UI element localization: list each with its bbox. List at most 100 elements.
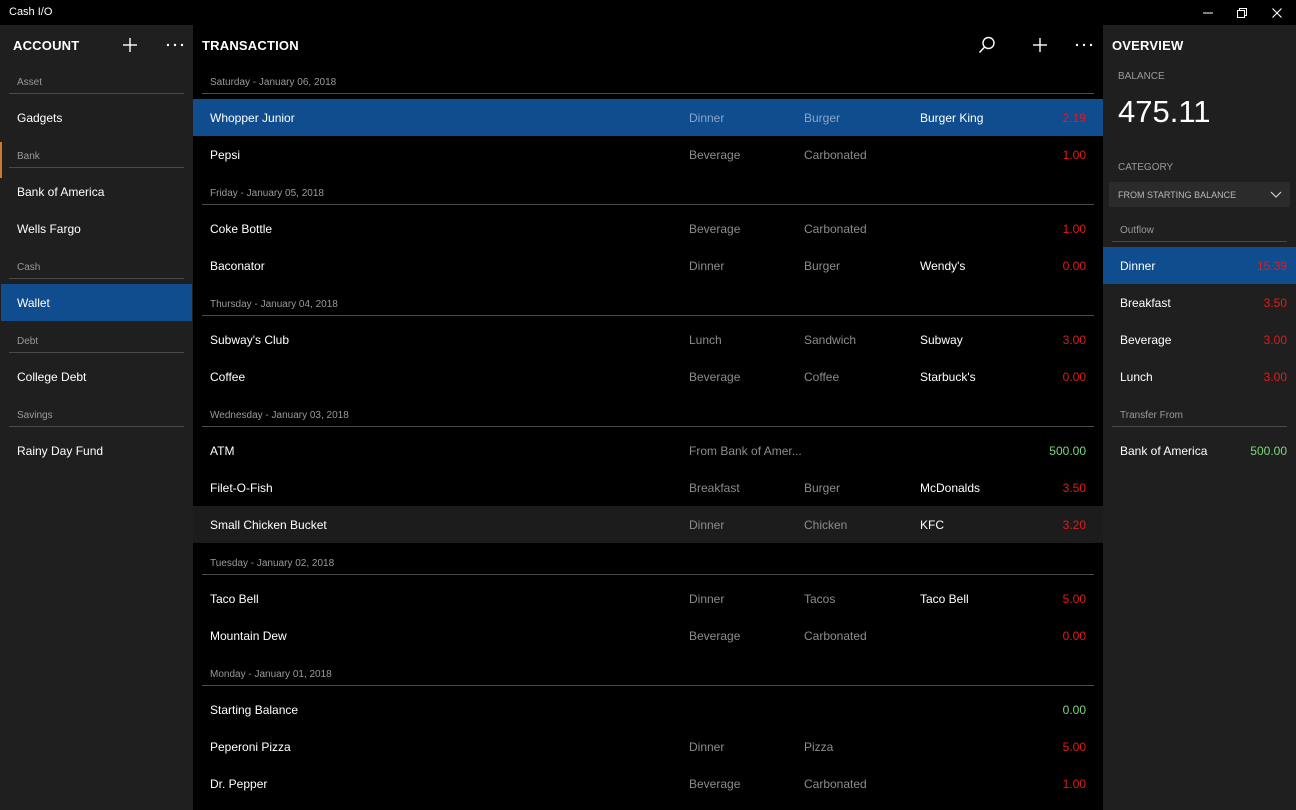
transaction-row[interactable]: Subway's Club Lunch Sandwich Subway 3.00 (193, 321, 1103, 358)
transaction-name: Filet-O-Fish (210, 481, 273, 495)
transaction-row[interactable]: ATM From Bank of Amer... 500.00 (193, 432, 1103, 469)
transaction-panel: TRANSACTION Saturday - January 06, 2018 … (193, 25, 1103, 810)
transaction-category: Dinner (689, 518, 725, 532)
divider (202, 93, 1094, 94)
transaction-subcategory: Tacos (804, 592, 836, 606)
transaction-amount: 3.20 (1062, 518, 1086, 532)
transaction-row[interactable]: Small Chicken Bucket Dinner Chicken KFC … (193, 506, 1103, 543)
transaction-subcategory: Carbonated (804, 222, 867, 236)
transaction-payee: KFC (920, 518, 944, 532)
category-dropdown[interactable]: FROM STARTING BALANCE (1109, 182, 1290, 207)
chevron-down-icon (1270, 191, 1282, 198)
transaction-row[interactable]: Pepsi Beverage Carbonated 1.00 (193, 136, 1103, 173)
transaction-row[interactable]: Dr. Pepper Beverage Carbonated 1.00 (193, 765, 1103, 802)
transaction-amount: 3.00 (1062, 333, 1086, 347)
transaction-row[interactable]: Peperoni Pizza Dinner Pizza 5.00 (193, 728, 1103, 765)
transaction-subcategory: Pizza (804, 740, 834, 754)
transaction-category: Beverage (689, 629, 741, 643)
account-item-wells-fargo[interactable]: Wells Fargo (1, 210, 192, 247)
transaction-row[interactable]: Taco Bell Dinner Tacos Taco Bell 5.00 (193, 580, 1103, 617)
outflow-item-dinner[interactable]: Dinner 15.39 (1103, 247, 1296, 284)
transaction-row[interactable]: Mountain Dew Beverage Carbonated 0.00 (193, 617, 1103, 654)
transfer-label-text: Bank of America (1120, 444, 1208, 458)
transaction-subcategory: Carbonated (804, 148, 867, 162)
transaction-payee: Starbuck's (920, 370, 976, 384)
outflow-label: Outflow (1120, 225, 1154, 236)
outflow-item-beverage[interactable]: Beverage 3.00 (1103, 321, 1296, 358)
account-more-button[interactable] (160, 31, 190, 59)
transaction-title: TRANSACTION (202, 38, 299, 53)
outflow-amount: 15.39 (1256, 259, 1287, 273)
overview-panel: OVERVIEW BALANCE 475.11 CATEGORY FROM ST… (1103, 25, 1296, 810)
add-transaction-button[interactable] (1025, 31, 1055, 59)
transaction-category: From Bank of Amer... (689, 444, 802, 458)
transaction-amount: 500.00 (1049, 444, 1086, 458)
transaction-name: Subway's Club (210, 333, 289, 347)
transaction-category: Dinner (689, 592, 725, 606)
transfer-label: Transfer From (1120, 410, 1183, 421)
account-title: ACCOUNT (13, 38, 80, 53)
transaction-name: Coffee (210, 370, 246, 384)
transaction-subcategory: Burger (804, 481, 841, 495)
transaction-row[interactable]: Starting Balance 0.00 (193, 691, 1103, 728)
transaction-subcategory: Burger (804, 111, 841, 125)
transaction-row[interactable]: Baconator Dinner Burger Wendy's 0.00 (193, 247, 1103, 284)
transaction-amount: 1.00 (1062, 148, 1086, 162)
minimize-button[interactable] (1191, 0, 1225, 25)
account-item-label: College Debt (17, 370, 87, 384)
transaction-payee: Wendy's (920, 259, 966, 273)
transaction-name: Taco Bell (210, 592, 259, 606)
transaction-name: Pepsi (210, 148, 241, 162)
divider (9, 93, 184, 94)
transaction-amount: 5.00 (1062, 592, 1086, 606)
outflow-item-lunch[interactable]: Lunch 3.00 (1103, 358, 1296, 395)
add-account-button[interactable] (115, 31, 145, 59)
transfer-item-bank-of-america[interactable]: Bank of America 500.00 (1103, 432, 1296, 469)
transaction-row[interactable]: Whopper Junior Dinner Burger Burger King… (193, 99, 1103, 136)
transaction-category: Beverage (689, 370, 741, 384)
transaction-category: Beverage (689, 148, 741, 162)
transaction-subcategory: Burger (804, 259, 841, 273)
search-button[interactable] (972, 31, 1002, 59)
group-label-cash: Cash (17, 262, 41, 273)
transaction-amount: 5.00 (1062, 740, 1086, 754)
close-icon (1272, 7, 1282, 18)
account-item-college-debt[interactable]: College Debt (1, 358, 192, 395)
outflow-label-text: Breakfast (1120, 296, 1171, 310)
plus-icon (1033, 38, 1047, 52)
transaction-row[interactable]: Coffee Beverage Coffee Starbuck's 0.00 (193, 358, 1103, 395)
transaction-payee: McDonalds (920, 481, 981, 495)
transaction-name: Baconator (210, 259, 265, 273)
account-item-rainy-day-fund[interactable]: Rainy Day Fund (1, 432, 192, 469)
date-header: Monday - January 01, 2018 (210, 669, 332, 680)
date-header: Tuesday - January 02, 2018 (210, 558, 335, 569)
plus-icon (123, 38, 137, 52)
window-title: Cash I/O (9, 6, 53, 18)
divider (9, 352, 184, 353)
transaction-amount: 0.00 (1062, 259, 1086, 273)
account-item-bank-of-america[interactable]: Bank of America (1, 173, 192, 210)
account-item-label: Bank of America (17, 185, 105, 199)
transaction-amount: 0.00 (1062, 629, 1086, 643)
transaction-category: Beverage (689, 777, 741, 791)
divider (202, 426, 1094, 427)
more-icon (166, 43, 184, 47)
transaction-subcategory: Coffee (804, 370, 840, 384)
account-item-wallet[interactable]: Wallet (1, 284, 192, 321)
more-icon (1075, 43, 1093, 47)
divider (9, 167, 184, 168)
restore-button[interactable] (1225, 0, 1259, 25)
transaction-row[interactable]: Coke Bottle Beverage Carbonated 1.00 (193, 210, 1103, 247)
transaction-category: Beverage (689, 222, 741, 236)
group-label-asset: Asset (17, 77, 43, 88)
transaction-row[interactable]: Filet-O-Fish Breakfast Burger McDonalds … (193, 469, 1103, 506)
outflow-item-breakfast[interactable]: Breakfast 3.50 (1103, 284, 1296, 321)
transaction-amount: 1.00 (1062, 222, 1086, 236)
transaction-name: ATM (210, 444, 235, 458)
divider (202, 204, 1094, 205)
category-label: CATEGORY (1118, 162, 1174, 173)
transaction-more-button[interactable] (1069, 31, 1099, 59)
close-button[interactable] (1260, 0, 1294, 25)
transaction-name: Whopper Junior (210, 111, 295, 125)
account-item-gadgets[interactable]: Gadgets (1, 99, 192, 136)
